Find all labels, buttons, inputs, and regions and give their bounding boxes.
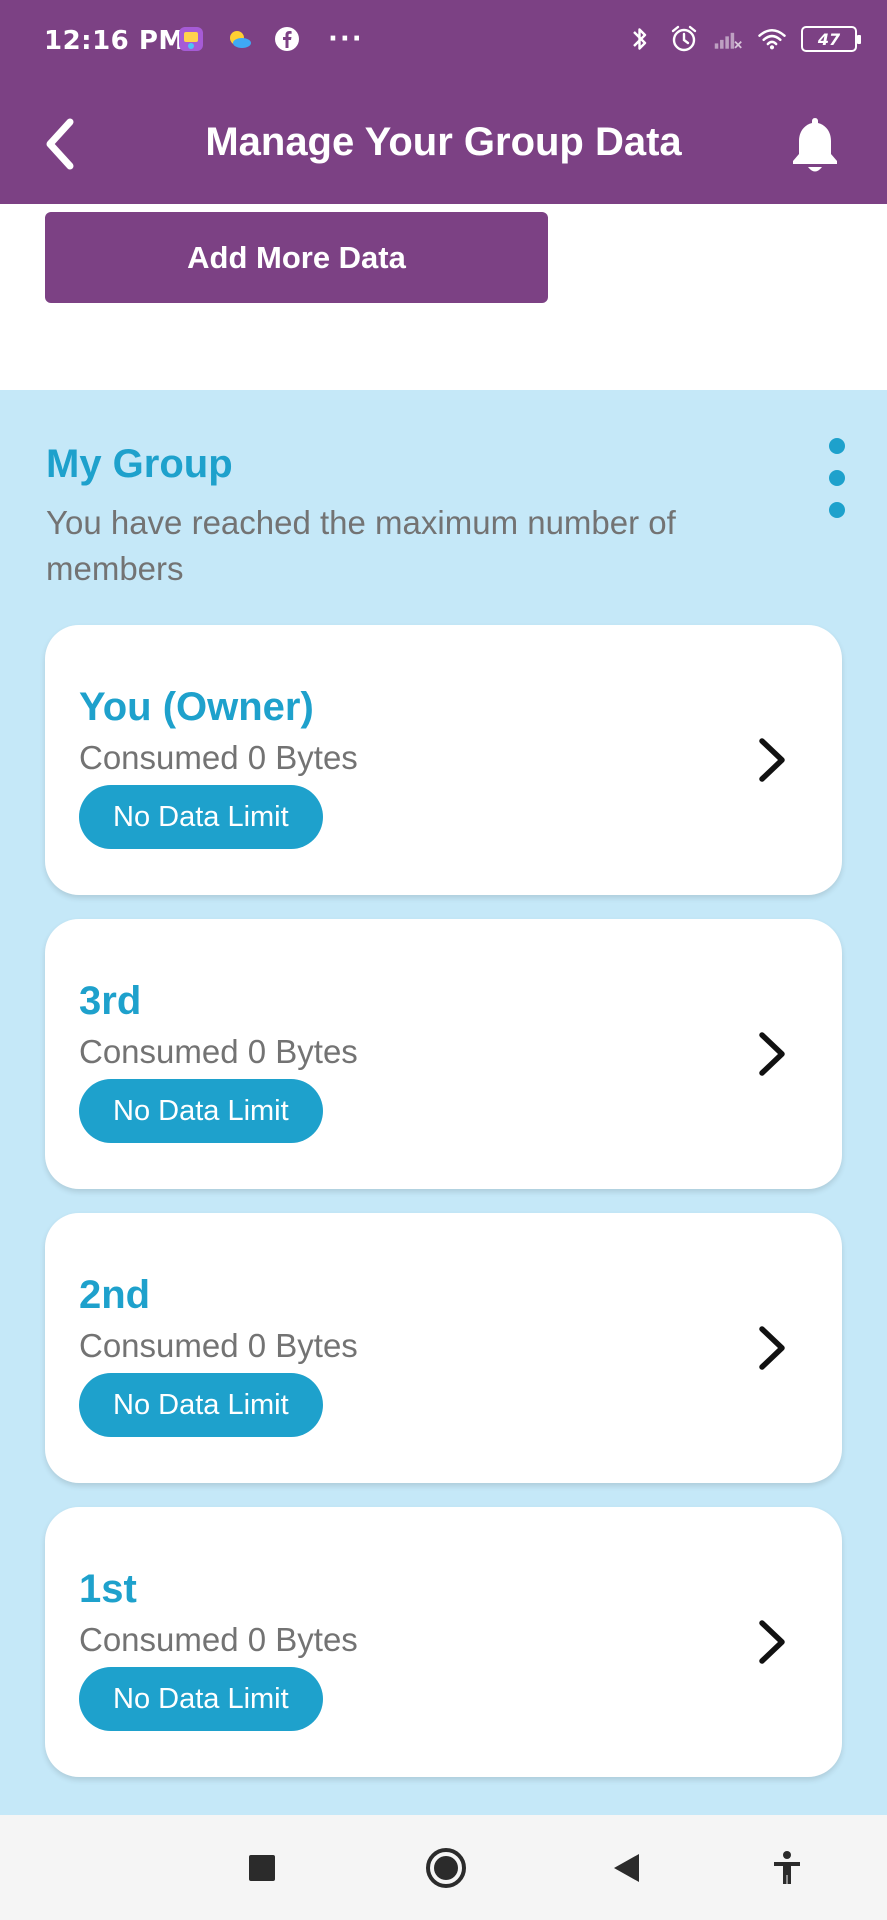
kebab-dot-icon bbox=[829, 438, 845, 454]
home-button[interactable] bbox=[421, 1843, 471, 1893]
member-name: You (Owner) bbox=[79, 685, 314, 729]
recents-square-icon bbox=[249, 1855, 275, 1881]
facebook-icon bbox=[272, 24, 302, 54]
battery-icon: 47 bbox=[801, 26, 861, 52]
member-consumed: Consumed 0 Bytes bbox=[79, 1621, 358, 1658]
more-notifications-icon: ··· bbox=[328, 24, 364, 54]
member-consumed: Consumed 0 Bytes bbox=[79, 739, 358, 776]
data-limit-badge: No Data Limit bbox=[79, 1373, 323, 1437]
chevron-right-icon bbox=[759, 1032, 785, 1076]
data-limit-badge: No Data Limit bbox=[79, 1079, 323, 1143]
member-card-owner[interactable]: You (Owner) Consumed 0 Bytes No Data Lim… bbox=[45, 625, 842, 895]
member-name: 1st bbox=[79, 1567, 137, 1611]
group-subtitle: You have reached the maximum number of m… bbox=[46, 504, 676, 587]
chevron-right-icon bbox=[759, 1326, 785, 1370]
status-time: 12:16 PM bbox=[44, 26, 185, 56]
accessibility-icon bbox=[774, 1851, 800, 1884]
bell-icon bbox=[793, 118, 837, 172]
page-title: Manage Your Group Data bbox=[205, 120, 682, 164]
back-triangle-icon bbox=[614, 1854, 639, 1882]
wifi-icon bbox=[757, 24, 787, 54]
battery-level: 47 bbox=[817, 29, 841, 49]
app-header: Manage Your Group Data bbox=[0, 86, 887, 204]
app-icon bbox=[176, 24, 206, 54]
member-card-2nd[interactable]: 2nd Consumed 0 Bytes No Data Limit bbox=[45, 1213, 842, 1483]
member-name: 2nd bbox=[79, 1273, 151, 1317]
weather-icon bbox=[224, 24, 254, 54]
member-card-1st[interactable]: 1st Consumed 0 Bytes No Data Limit bbox=[45, 1507, 842, 1777]
group-title: My Group bbox=[46, 442, 233, 486]
bluetooth-icon bbox=[625, 24, 655, 54]
add-more-section: Add More Data bbox=[0, 204, 887, 390]
status-bar: 12:16 PM ··· 47 bbox=[0, 0, 887, 86]
status-system-icons: 47 bbox=[625, 24, 861, 54]
member-card-3rd[interactable]: 3rd Consumed 0 Bytes No Data Limit bbox=[45, 919, 842, 1189]
alarm-icon bbox=[669, 24, 699, 54]
status-notification-icons: ··· bbox=[176, 24, 364, 54]
recents-button[interactable] bbox=[237, 1843, 287, 1893]
member-consumed: Consumed 0 Bytes bbox=[79, 1327, 358, 1364]
accessibility-button[interactable] bbox=[762, 1843, 812, 1893]
group-section: My Group You have reached the maximum nu… bbox=[0, 390, 887, 1815]
data-limit-badge: No Data Limit bbox=[79, 1667, 323, 1731]
system-nav-bar bbox=[0, 1815, 887, 1920]
group-options-button[interactable] bbox=[817, 438, 857, 518]
home-circle-icon bbox=[426, 1848, 466, 1888]
kebab-dot-icon bbox=[829, 502, 845, 518]
kebab-dot-icon bbox=[829, 470, 845, 486]
member-name: 3rd bbox=[79, 979, 142, 1023]
signal-icon bbox=[713, 24, 743, 54]
member-consumed: Consumed 0 Bytes bbox=[79, 1033, 358, 1070]
notifications-button[interactable] bbox=[785, 108, 845, 182]
system-back-button[interactable] bbox=[601, 1843, 651, 1893]
add-more-data-button[interactable]: Add More Data bbox=[45, 212, 548, 303]
data-limit-badge: No Data Limit bbox=[79, 785, 323, 849]
chevron-right-icon bbox=[759, 1620, 785, 1664]
chevron-right-icon bbox=[759, 738, 785, 782]
